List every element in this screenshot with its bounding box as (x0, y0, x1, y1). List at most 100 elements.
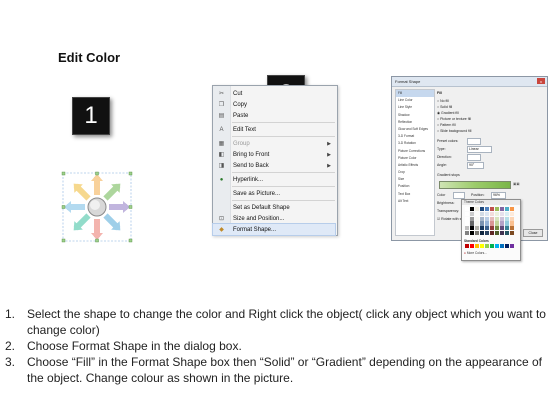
standard-color-swatch[interactable] (479, 244, 485, 249)
menu-item-edit-text[interactable]: A Edit Text (213, 124, 335, 135)
color-swatch[interactable] (479, 221, 485, 226)
color-swatch[interactable] (494, 207, 500, 212)
color-swatch[interactable] (474, 230, 480, 236)
color-swatch[interactable] (489, 230, 495, 236)
color-swatch[interactable] (484, 221, 490, 226)
nav-item-position[interactable]: Position (396, 183, 434, 190)
option-solid-fill[interactable]: ○ Solid fill (437, 105, 452, 109)
nav-item-line-color[interactable]: Line Color (396, 97, 434, 104)
color-swatch[interactable] (504, 226, 510, 231)
standard-color-swatch[interactable] (465, 244, 470, 249)
color-swatch[interactable] (494, 211, 500, 216)
menu-item-save-as-picture[interactable]: Save as Picture... (213, 188, 335, 199)
color-swatch[interactable] (499, 216, 505, 221)
color-swatch[interactable] (484, 207, 490, 212)
color-swatch[interactable] (509, 230, 515, 236)
option-no-fill[interactable]: ○ No fill (437, 99, 449, 103)
color-swatch[interactable] (489, 211, 495, 216)
nav-item-3d-rotation[interactable]: 3-D Rotation (396, 140, 434, 147)
color-swatch[interactable] (479, 211, 485, 216)
close-button[interactable]: Close (523, 229, 543, 237)
color-swatch[interactable] (509, 216, 515, 221)
menu-item-group[interactable]: ▦ Group ▶ (213, 138, 335, 149)
nav-item-glow[interactable]: Glow and Soft Edges (396, 126, 434, 133)
color-swatch[interactable] (479, 207, 485, 212)
nav-item-picture-corrections[interactable]: Picture Corrections (396, 148, 434, 155)
nav-item-size[interactable]: Size (396, 176, 434, 183)
nav-item-line-style[interactable]: Line Style (396, 104, 434, 111)
color-swatch[interactable] (499, 221, 505, 226)
standard-color-swatch[interactable] (484, 244, 490, 249)
direction-dropdown[interactable] (467, 154, 481, 161)
standard-color-swatch[interactable] (494, 244, 500, 249)
color-swatch[interactable] (499, 207, 505, 212)
standard-color-swatch[interactable] (499, 244, 505, 249)
nav-item-crop[interactable]: Crop (396, 169, 434, 176)
color-swatch[interactable] (489, 221, 495, 226)
standard-color-swatch[interactable] (469, 244, 475, 249)
color-swatch[interactable] (465, 211, 470, 216)
add-stop-icon[interactable]: ▣▣ (513, 182, 520, 186)
color-swatch[interactable] (474, 226, 480, 231)
color-swatch[interactable] (469, 226, 475, 231)
color-swatch[interactable] (479, 226, 485, 231)
angle-field[interactable]: 90° (467, 162, 484, 169)
color-swatch[interactable] (509, 226, 515, 231)
menu-item-set-default-shape[interactable]: Set as Default Shape (213, 202, 335, 213)
selected-arrows-shape[interactable] (60, 170, 134, 244)
nav-item-picture-color[interactable]: Picture Color (396, 155, 434, 162)
standard-color-swatch[interactable] (509, 244, 515, 249)
nav-item-reflection[interactable]: Reflection (396, 119, 434, 126)
color-swatch[interactable] (494, 221, 500, 226)
color-swatch[interactable] (509, 211, 515, 216)
color-swatch[interactable] (474, 211, 480, 216)
color-swatch[interactable] (489, 216, 495, 221)
color-swatch[interactable] (504, 211, 510, 216)
standard-color-swatch[interactable] (504, 244, 510, 249)
nav-item-text-box[interactable]: Text Box (396, 191, 434, 198)
nav-item-shadow[interactable]: Shadow (396, 112, 434, 119)
color-picker-button[interactable] (453, 192, 465, 199)
menu-item-size-and-position[interactable]: ⊡ Size and Position... (213, 213, 335, 224)
color-swatch[interactable] (469, 230, 475, 236)
color-swatch[interactable] (494, 216, 500, 221)
nav-item-3d-format[interactable]: 3-D Format (396, 133, 434, 140)
gradient-stops-bar[interactable] (439, 181, 511, 189)
color-swatch[interactable] (484, 211, 490, 216)
menu-item-hyperlink[interactable]: ● Hyperlink... (213, 174, 335, 185)
color-swatch[interactable] (465, 226, 470, 231)
color-swatch[interactable] (494, 230, 500, 236)
color-swatch[interactable] (469, 216, 475, 221)
nav-item-alt-text[interactable]: Alt Text (396, 198, 434, 205)
color-swatch[interactable] (474, 216, 480, 221)
color-swatch[interactable] (484, 230, 490, 236)
color-swatch[interactable] (494, 226, 500, 231)
color-swatch[interactable] (504, 207, 510, 212)
color-swatch[interactable] (465, 207, 470, 212)
preset-dropdown[interactable] (467, 138, 481, 145)
option-slide-background-fill[interactable]: ○ Slide background fill (437, 129, 471, 133)
menu-item-send-to-back[interactable]: ◨ Send to Back ▶ (213, 160, 335, 171)
standard-color-swatch[interactable] (489, 244, 495, 249)
color-swatch[interactable] (504, 216, 510, 221)
menu-item-cut[interactable]: ✂ Cut (213, 88, 335, 99)
option-pattern-fill[interactable]: ○ Pattern fill (437, 123, 456, 127)
option-gradient-fill[interactable]: ◉ Gradient fill (437, 111, 459, 115)
color-swatch[interactable] (499, 230, 505, 236)
color-swatch[interactable] (504, 230, 510, 236)
color-swatch[interactable] (499, 226, 505, 231)
color-swatch[interactable] (479, 230, 485, 236)
menu-item-copy[interactable]: ❐ Copy (213, 99, 335, 110)
type-select[interactable]: Linear (467, 146, 492, 153)
color-swatch[interactable] (484, 226, 490, 231)
color-swatch[interactable] (489, 207, 495, 212)
color-swatch[interactable] (484, 216, 490, 221)
color-swatch[interactable] (469, 221, 475, 226)
color-swatch[interactable] (499, 211, 505, 216)
color-swatch[interactable] (465, 230, 470, 236)
nav-item-fill[interactable]: Fill (396, 90, 434, 98)
color-swatch[interactable] (504, 221, 510, 226)
color-swatch[interactable] (489, 226, 495, 231)
color-swatch[interactable] (509, 221, 515, 226)
color-swatch[interactable] (474, 207, 480, 212)
